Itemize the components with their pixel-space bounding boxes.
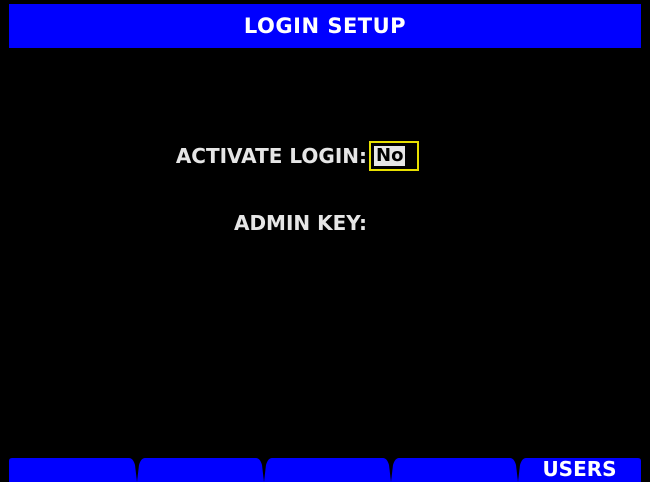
login-setup-screen: LOGIN SETUP ACTIVATE LOGIN: No ADMIN KEY… (0, 0, 650, 482)
softkey-bar: USERS (9, 455, 641, 482)
softkey-1-label (9, 456, 137, 482)
softkey-users-label: USERS (542, 457, 617, 481)
softkey-2-label (137, 456, 264, 482)
softkey-4-label (391, 456, 518, 482)
admin-key-label: ADMIN KEY: (233, 211, 367, 235)
page-title: LOGIN SETUP (243, 14, 407, 38)
activate-login-value: No (374, 145, 406, 166)
softkey-4[interactable] (391, 455, 518, 482)
activate-login-field[interactable]: No (369, 141, 419, 171)
title-bar: LOGIN SETUP (9, 4, 641, 48)
softkey-2[interactable] (137, 455, 264, 482)
softkey-users[interactable]: USERS (518, 455, 641, 482)
activate-login-label: ACTIVATE LOGIN: (175, 144, 367, 168)
softkey-1[interactable] (9, 455, 137, 482)
softkey-3-label (264, 456, 391, 482)
admin-key-field[interactable] (371, 211, 431, 237)
softkey-3[interactable] (264, 455, 391, 482)
